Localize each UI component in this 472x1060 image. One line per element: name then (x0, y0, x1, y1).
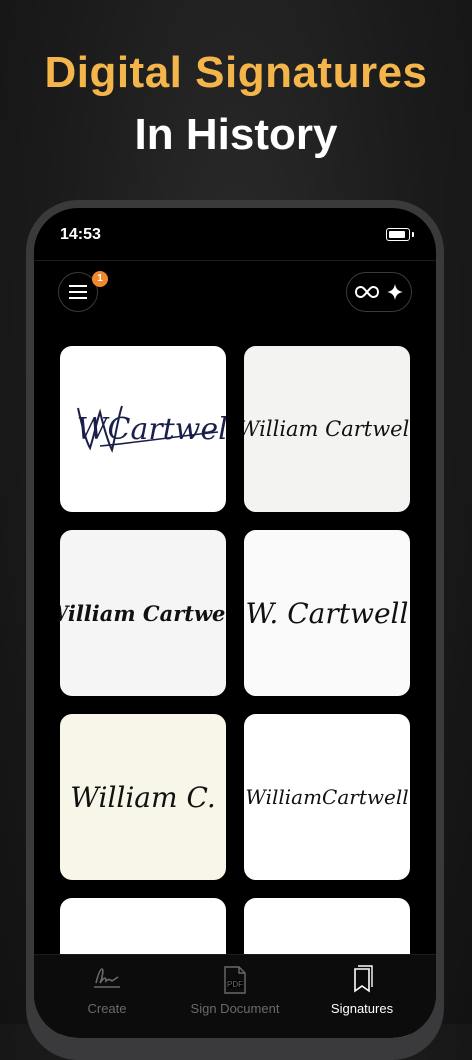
tab-sign-document[interactable]: PDF Sign Document (174, 955, 296, 1038)
tab-bar: Create PDF Sign Document Signatures (34, 954, 436, 1038)
signature-pen-icon (94, 968, 120, 988)
signature-text: W. Cartwell (245, 596, 409, 630)
headline-title: Digital Signatures (44, 48, 428, 97)
signature-card[interactable]: William C. (60, 714, 226, 880)
sparkle-icon (387, 284, 403, 300)
signature-text: William Cartwell (244, 417, 410, 441)
tab-sign-document-label: Sign Document (190, 1001, 280, 1016)
signature-text: William C. (70, 780, 216, 814)
status-divider (34, 260, 436, 261)
notification-badge: 1 (92, 271, 108, 287)
headline-subtitle: In History (134, 110, 338, 159)
signature-card[interactable]: William Cartwell (60, 530, 226, 696)
bookmarks-icon (354, 965, 373, 993)
signature-text: WCartwell (76, 411, 226, 447)
signature-text: WilliamCartwell (245, 785, 409, 809)
battery-icon (386, 228, 410, 241)
svg-text:PDF: PDF (227, 980, 243, 989)
tab-signatures[interactable]: Signatures (312, 955, 412, 1038)
pdf-document-icon: PDF (224, 966, 246, 994)
infinity-icon (355, 286, 379, 298)
signature-card[interactable]: WCartwell (60, 346, 226, 512)
tab-signatures-label: Signatures (330, 1001, 394, 1016)
tab-create[interactable]: Create (54, 955, 160, 1038)
status-time: 14:53 (60, 226, 101, 243)
tab-create-label: Create (87, 1001, 127, 1016)
hamburger-menu-icon (69, 285, 87, 299)
signature-card[interactable]: WilliamCartwell (244, 714, 410, 880)
battery-tip (412, 232, 414, 237)
phone-screen: 14:53 1 WCartwell William Cartwell illia… (34, 208, 436, 1038)
signature-card[interactable]: W. Cartwell (244, 530, 410, 696)
signature-card[interactable]: William Cartwell (244, 346, 410, 512)
premium-button[interactable] (346, 272, 412, 312)
signature-text: William Cartwell (60, 600, 226, 626)
